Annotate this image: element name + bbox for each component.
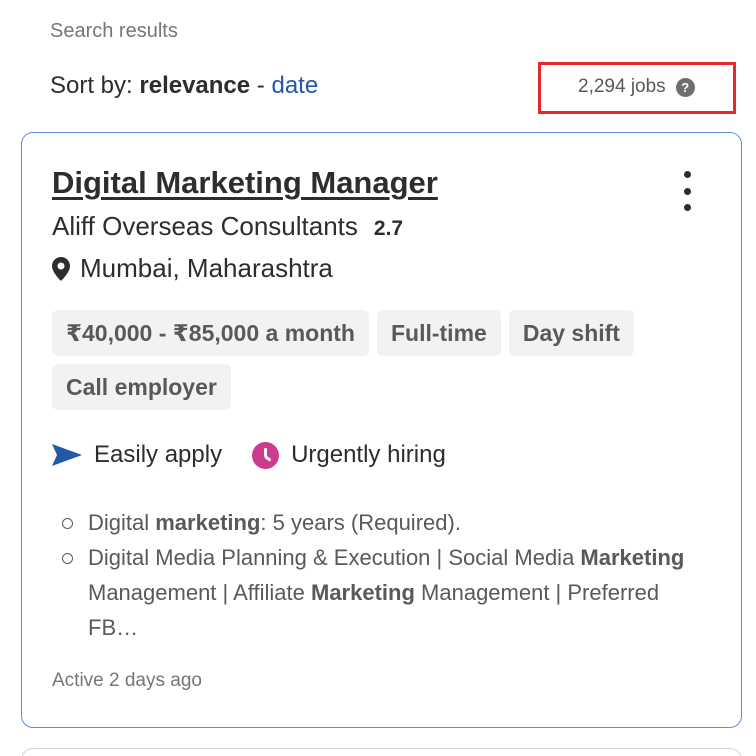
job-card[interactable]: Digital Marketing Manager Aliff Overseas… [21,132,742,728]
job-location: Mumbai, Maharashtra [80,253,333,283]
job-type-tag: Full-time [376,310,501,356]
job-snippet: Digital marketing: 5 years (Required). D… [62,505,702,645]
sort-prefix: Sort by: [50,72,140,99]
company-name: Aliff Overseas Consultants [52,211,358,241]
location-row: Mumbai, Maharashtra [52,253,333,284]
urgently-hiring: Urgently hiring [252,441,446,469]
more-options-icon[interactable] [672,171,702,211]
next-job-card[interactable] [21,748,742,756]
snippet-item: Digital marketing: 5 years (Required). [62,505,702,540]
urgently-hiring-label: Urgently hiring [291,441,446,468]
easily-apply: Easily apply [52,441,222,469]
send-arrow-icon [52,444,82,466]
company-rating: 2.7 [373,217,404,240]
company-row: Aliff Overseas Consultants 2.7 [52,211,403,242]
easily-apply-label: Easily apply [94,441,223,468]
job-features: Easily apply Urgently hiring [52,441,446,469]
sort-relevance: relevance [139,72,251,99]
sort-separator: - [250,72,272,99]
salary-tag: ₹40,000 - ₹85,000 a month [52,310,369,356]
sort-options: Sort by: relevance - date [50,72,318,100]
shift-tag: Day shift [508,310,634,356]
job-count: 2,294 jobs ? [578,76,695,98]
job-tags: ₹40,000 - ₹85,000 a month Full-time Day … [52,310,712,410]
clock-icon [252,441,280,469]
snippet-item: Digital Media Planning & Execution | Soc… [62,540,702,645]
sort-date-link[interactable]: date [271,72,318,99]
call-employer-tag: Call employer [52,364,231,410]
job-title-link[interactable]: Digital Marketing Manager [52,165,438,201]
search-results-label: Search results [50,20,178,42]
posted-date: Active 2 days ago [52,670,202,691]
help-icon[interactable]: ? [675,77,695,97]
location-pin-icon [52,256,70,281]
job-count-text: 2,294 jobs [578,76,666,97]
